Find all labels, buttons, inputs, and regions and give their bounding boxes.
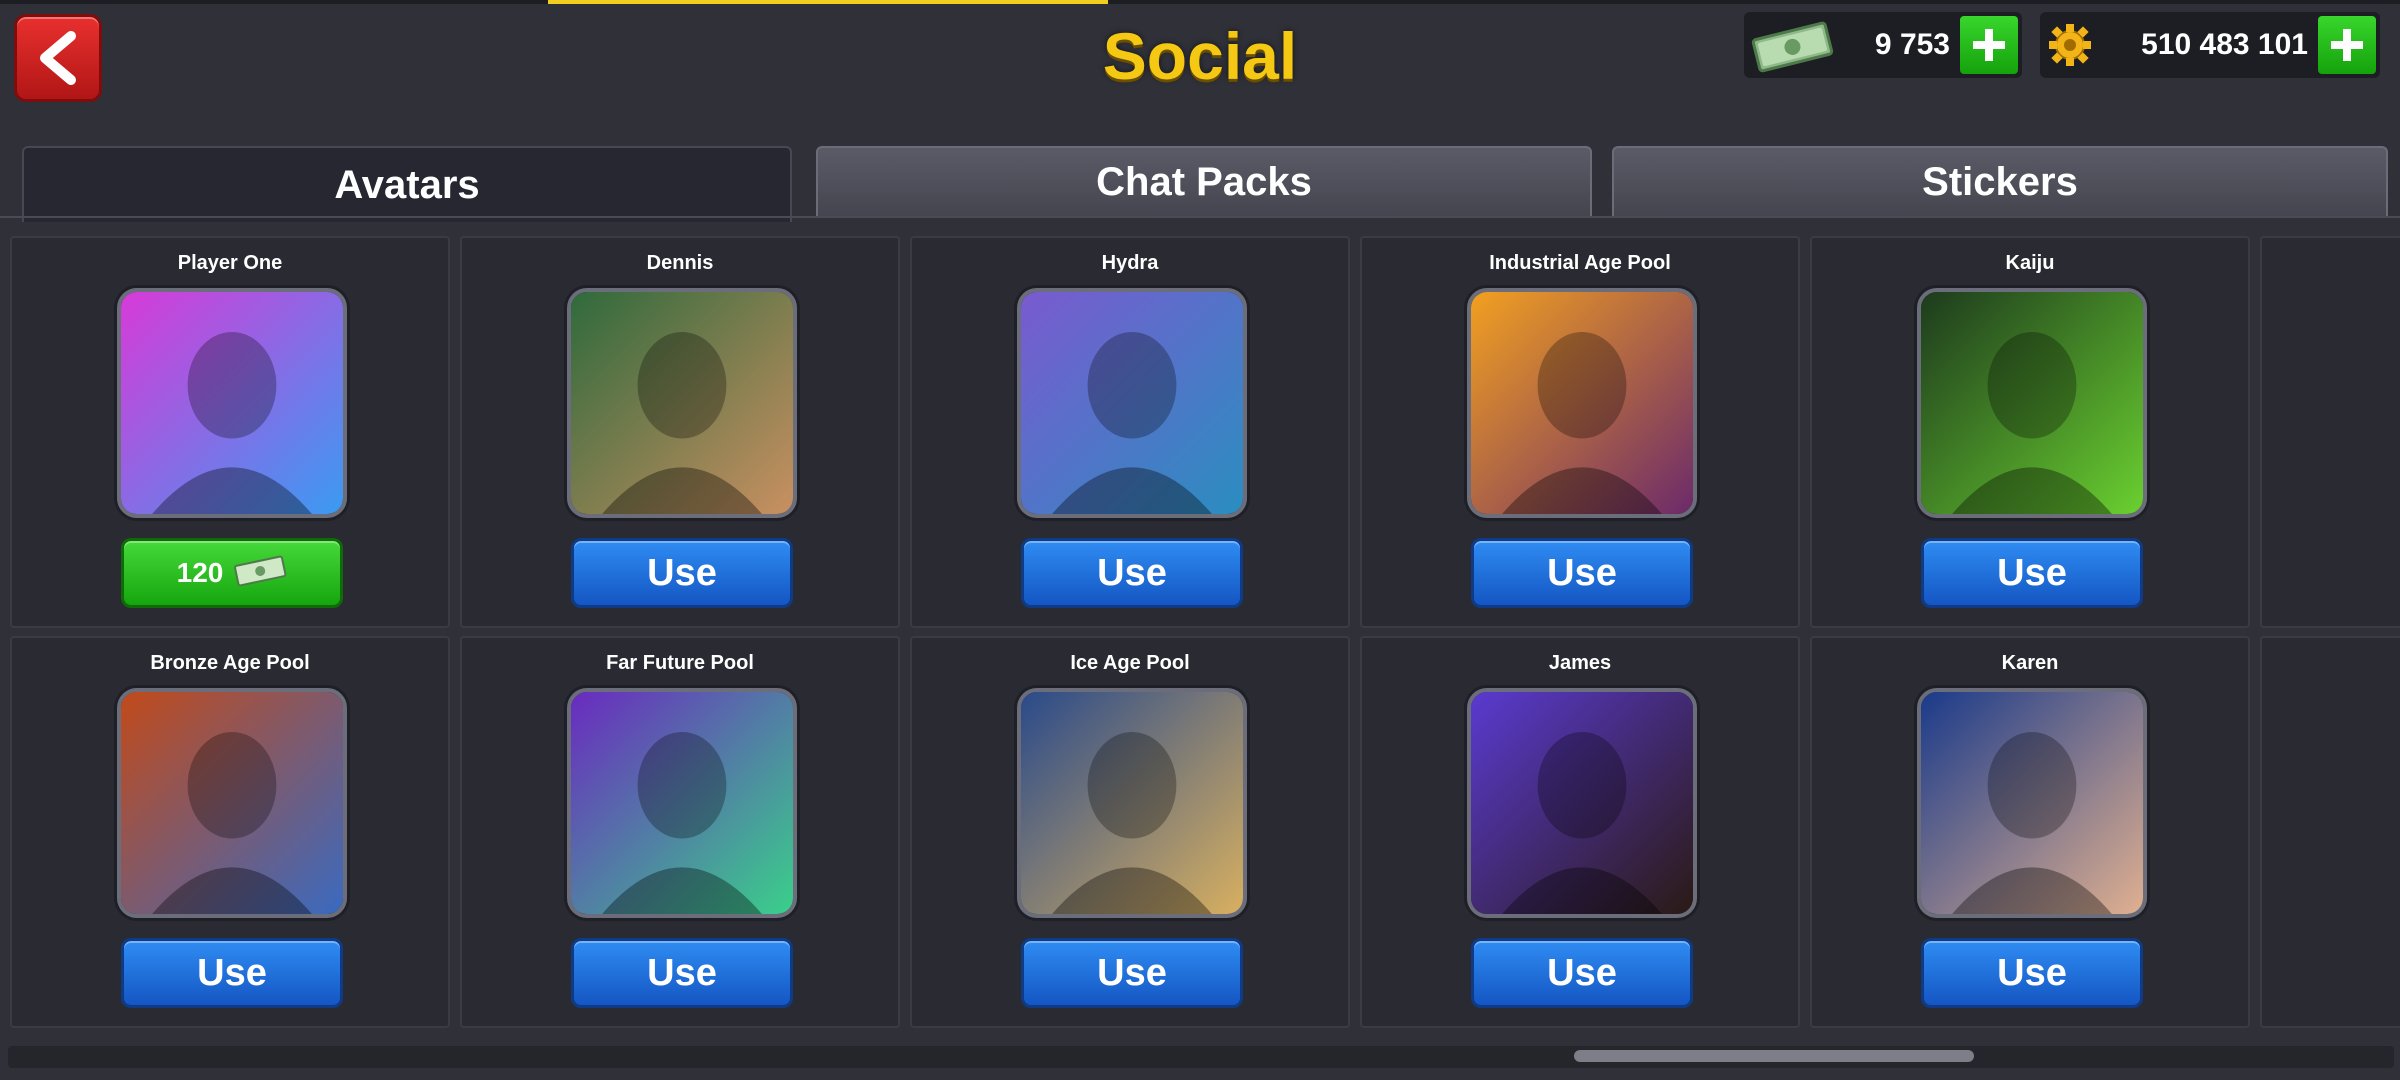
avatar-portrait[interactable] [117,288,347,518]
avatar-card[interactable]: Kaiju Use [1810,236,2250,628]
avatar-card[interactable]: Karen Use [1810,636,2250,1028]
tab-divider [0,216,2400,218]
use-avatar-button[interactable]: Use [121,938,343,1008]
avatar-name: Kaiju [2005,252,2055,274]
avatar-card-partial[interactable] [2260,636,2400,1028]
avatar-portrait[interactable] [567,288,797,518]
use-avatar-button[interactable]: Use [1471,938,1693,1008]
avatar-name: James [1548,652,1612,674]
avatar-portrait[interactable] [117,688,347,918]
add-cash-button[interactable] [1960,16,2018,74]
use-avatar-button[interactable]: Use [571,938,793,1008]
cash-balance: 9 753 [1744,12,2022,78]
avatar-name: Karen [2001,652,2059,674]
avatar-card-partial[interactable] [2260,236,2400,628]
use-avatar-button[interactable]: Use [1921,938,2143,1008]
top-status-strip [0,0,2400,4]
tab-avatars[interactable]: Avatars [22,146,792,222]
avatar-grid[interactable]: Player One 120 Dennis Use Hydra Use Industrial… [10,236,2400,1036]
cash-amount: 9 753 [1874,28,1950,61]
avatar-name: Dennis [646,252,714,274]
gear-coin-icon [2040,12,2100,78]
avatar-name: Far Future Pool [606,652,754,674]
buy-avatar-button[interactable]: 120 [121,538,343,608]
use-avatar-button[interactable]: Use [1021,538,1243,608]
avatar-card[interactable]: Ice Age Pool Use [910,636,1350,1028]
horizontal-scrollbar[interactable] [8,1046,2394,1068]
tab-chat-packs[interactable]: Chat Packs [816,146,1592,218]
avatar-name: Ice Age Pool [1070,652,1190,674]
scrollbar-thumb[interactable] [1574,1050,1974,1062]
avatar-name: Hydra [1101,252,1159,274]
avatar-portrait[interactable] [1917,688,2147,918]
use-avatar-button[interactable]: Use [571,538,793,608]
tab-stickers[interactable]: Stickers [1612,146,2388,218]
plus-icon [1973,29,2005,61]
plus-icon [2331,29,2363,61]
cash-bill-icon [1744,12,1840,78]
add-coins-button[interactable] [2318,16,2376,74]
use-avatar-button[interactable]: Use [1471,538,1693,608]
avatar-price: 120 [176,557,224,588]
avatar-card[interactable]: Player One 120 [10,236,450,628]
avatar-portrait[interactable] [1467,288,1697,518]
avatar-card[interactable]: Bronze Age Pool Use [10,636,450,1028]
cash-bill-icon [233,553,287,594]
avatar-name: Bronze Age Pool [150,652,310,674]
avatar-card[interactable]: Industrial Age Pool Use [1360,236,1800,628]
avatar-portrait[interactable] [1017,288,1247,518]
use-avatar-button[interactable]: Use [1021,938,1243,1008]
use-avatar-button[interactable]: Use [1921,538,2143,608]
avatar-portrait[interactable] [1467,688,1697,918]
avatar-portrait[interactable] [567,688,797,918]
avatar-card[interactable]: Hydra Use [910,236,1350,628]
avatar-card[interactable]: Dennis Use [460,236,900,628]
avatar-name: Industrial Age Pool [1489,252,1671,274]
avatar-name: Player One [177,252,283,274]
avatar-card[interactable]: James Use [1360,636,1800,1028]
tab-bar: Avatars Chat Packs Stickers [22,146,2388,222]
avatar-portrait[interactable] [1017,688,1247,918]
coin-amount: 510 483 101 [2141,28,2308,61]
coin-balance: 510 483 101 [2040,12,2380,78]
avatar-portrait[interactable] [1917,288,2147,518]
avatar-card[interactable]: Far Future Pool Use [460,636,900,1028]
